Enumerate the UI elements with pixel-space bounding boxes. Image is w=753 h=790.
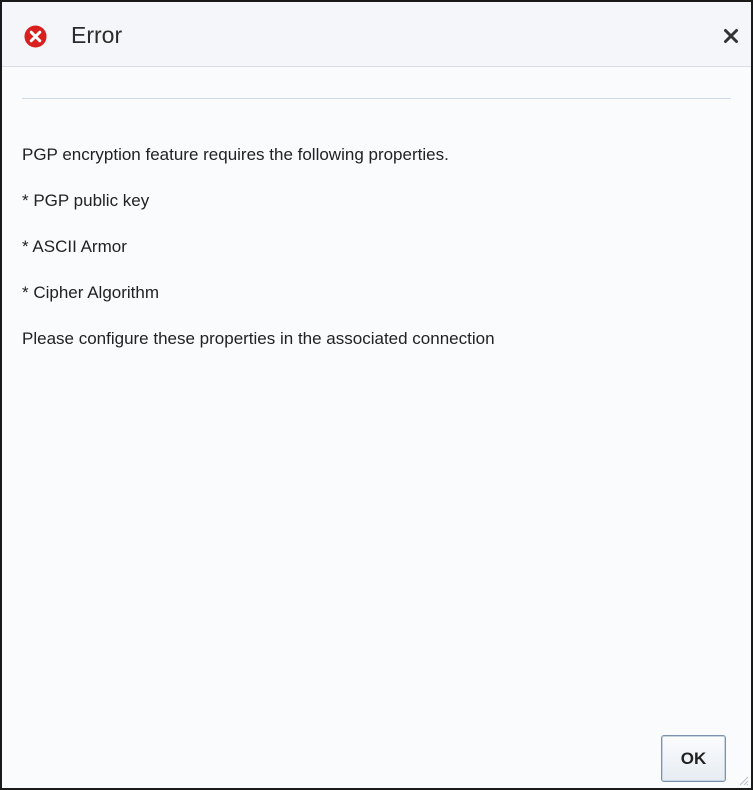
error-circle-icon [24, 25, 47, 48]
message-line: * PGP public key [22, 191, 150, 210]
message-body: PGP encryption feature requires the foll… [22, 142, 731, 372]
message-line: PGP encryption feature requires the foll… [22, 145, 449, 164]
error-dialog: Error PGP encryption feature requires th… [0, 0, 753, 790]
dialog-title-bar[interactable]: Error [2, 2, 751, 67]
resize-grip-icon[interactable] [737, 774, 749, 786]
close-icon[interactable] [719, 24, 743, 48]
message-line: * Cipher Algorithm [22, 283, 160, 302]
dialog-title: Error [71, 22, 123, 48]
message-line: Please configure these properties in the… [22, 329, 495, 348]
message-line: * ASCII Armor [22, 237, 127, 256]
content-divider [22, 98, 731, 99]
ok-button[interactable]: OK [661, 735, 726, 782]
